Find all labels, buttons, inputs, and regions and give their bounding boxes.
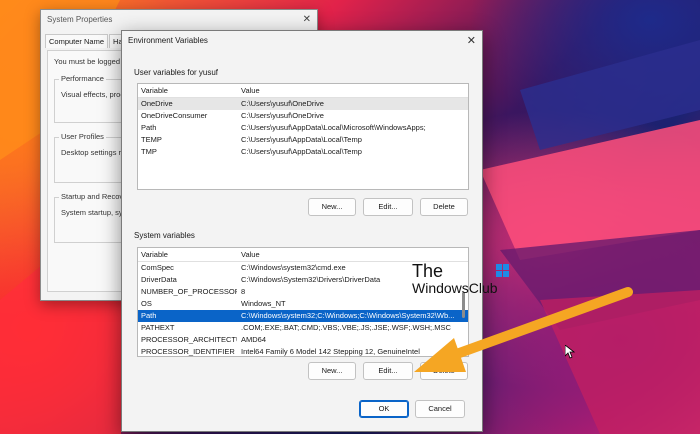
variable-name: PROCESSOR_IDENTIFIER — [141, 347, 235, 356]
table-row[interactable]: Path C:\Users\yusuf\AppData\Local\Micros… — [138, 122, 468, 134]
variable-value: AMD64 — [241, 335, 267, 344]
system-properties-title: System Properties — [47, 15, 113, 24]
column-header-variable[interactable]: Variable — [138, 84, 238, 97]
variable-name: DriverData — [141, 275, 177, 284]
variable-name: NUMBER_OF_PROCESSORS — [141, 287, 238, 296]
close-icon[interactable]: ✕ — [303, 10, 311, 30]
variable-value: C:\Users\yusuf\OneDrive — [241, 111, 324, 120]
user-new-button[interactable]: New... — [308, 198, 356, 216]
system-new-button[interactable]: New... — [308, 362, 356, 380]
list-header: Variable Value — [138, 84, 468, 98]
variable-name: OS — [141, 299, 152, 308]
system-delete-button[interactable]: Delete — [420, 362, 468, 380]
user-edit-button[interactable]: Edit... — [363, 198, 413, 216]
variable-name: ComSpec — [141, 263, 174, 272]
variable-value: C:\Users\yusuf\OneDrive — [241, 99, 324, 108]
variable-name: TMP — [141, 147, 157, 156]
ok-button[interactable]: OK — [359, 400, 409, 418]
variable-name: PATHEXT — [141, 323, 175, 332]
user-delete-button[interactable]: Delete — [420, 198, 468, 216]
user-variables-list[interactable]: Variable Value OneDrive C:\Users\yusuf\O… — [137, 83, 469, 190]
column-header-value[interactable]: Value — [238, 248, 468, 261]
close-icon[interactable]: ✕ — [467, 31, 476, 51]
system-variables-label: System variables — [134, 231, 195, 240]
system-edit-button[interactable]: Edit... — [363, 362, 413, 380]
variable-value: C:\Users\yusuf\AppData\Local\Microsoft\W… — [241, 123, 426, 132]
variable-value: C:\Users\yusuf\AppData\Local\Temp — [241, 135, 362, 144]
table-row[interactable]: OneDriveConsumer C:\Users\yusuf\OneDrive — [138, 110, 468, 122]
variable-value: C:\Windows\system32;C:\Windows;C:\Window… — [241, 311, 455, 320]
user-profiles-label: User Profiles — [59, 132, 106, 141]
table-row-selected[interactable]: Path C:\Windows\system32;C:\Windows;C:\W… — [138, 310, 468, 322]
table-row[interactable]: TEMP C:\Users\yusuf\AppData\Local\Temp — [138, 134, 468, 146]
table-row[interactable]: PATHEXT .COM;.EXE;.BAT;.CMD;.VBS;.VBE;.J… — [138, 322, 468, 334]
user-variables-label: User variables for yusuf — [134, 68, 219, 77]
table-row[interactable]: OneDrive C:\Users\yusuf\OneDrive — [138, 98, 468, 110]
list-header: Variable Value — [138, 248, 468, 262]
watermark-logo: The WindowsClub — [412, 261, 509, 296]
tab-computer-name[interactable]: Computer Name — [45, 34, 109, 48]
variable-value: Windows_NT — [241, 299, 286, 308]
performance-label: Performance — [59, 74, 106, 83]
column-header-value[interactable]: Value — [238, 84, 468, 97]
watermark-line-2: WindowsClub — [412, 280, 498, 296]
table-row[interactable]: TMP C:\Users\yusuf\AppData\Local\Temp — [138, 146, 468, 158]
table-row[interactable]: PROCESSOR_ARCHITECTU... AMD64 — [138, 334, 468, 346]
variable-value: .COM;.EXE;.BAT;.CMD;.VBS;.VBE;.JS;.JSE;.… — [241, 323, 451, 332]
variable-name: Path — [141, 311, 157, 320]
environment-variables-dialog: Environment Variables ✕ User variables f… — [121, 30, 483, 432]
variable-name: TEMP — [141, 135, 162, 144]
system-properties-titlebar: System Properties ✕ — [41, 10, 317, 30]
variable-name: OneDrive — [141, 99, 173, 108]
watermark-line-1: The — [412, 261, 444, 281]
table-row[interactable]: OS Windows_NT — [138, 298, 468, 310]
table-row[interactable]: PROCESSOR_IDENTIFIER Intel64 Family 6 Mo… — [138, 346, 468, 356]
variable-value: C:\Users\yusuf\AppData\Local\Temp — [241, 147, 362, 156]
variable-name: OneDriveConsumer — [141, 111, 208, 120]
column-header-variable[interactable]: Variable — [138, 248, 238, 261]
cancel-button[interactable]: Cancel — [415, 400, 465, 418]
variable-name: Path — [141, 123, 157, 132]
mouse-cursor-icon — [565, 345, 575, 359]
windows-logo-icon — [496, 264, 509, 277]
variable-value: Intel64 Family 6 Model 142 Stepping 12, … — [241, 347, 420, 356]
logged-on-notice: You must be logged o — [54, 57, 127, 66]
environment-variables-titlebar: Environment Variables ✕ — [122, 31, 482, 51]
dialog-title: Environment Variables — [128, 36, 208, 45]
variable-name: PROCESSOR_ARCHITECTU... — [141, 335, 238, 344]
